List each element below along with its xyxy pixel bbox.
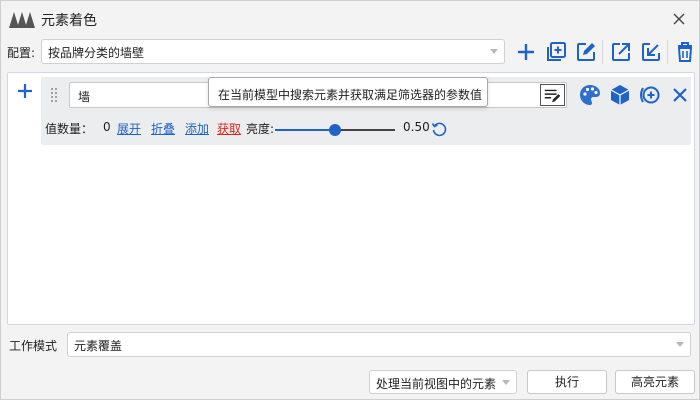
- brightness-label: 亮度:: [246, 122, 275, 136]
- brightness-slider-thumb[interactable]: [329, 124, 341, 136]
- work-mode-label: 工作模式: [9, 339, 58, 353]
- chevron-down-icon: [490, 49, 498, 54]
- add-rule-icon[interactable]: [16, 82, 34, 100]
- title-bar: 元素着色: [1, 1, 700, 37]
- close-icon[interactable]: [668, 83, 692, 107]
- drag-handle-icon[interactable]: [50, 87, 58, 103]
- add-box-icon[interactable]: [544, 40, 568, 64]
- brightness-slider[interactable]: [275, 124, 395, 136]
- fetch-tooltip: 在当前模型中搜索元素并获取满足筛选器的参数值: [208, 77, 488, 107]
- reset-icon[interactable]: [431, 121, 447, 137]
- rule-filter-value: 墙: [78, 90, 91, 104]
- brightness-slider-fill: [275, 129, 335, 131]
- config-select-value: 按品牌分类的墙壁: [48, 46, 145, 60]
- rules-panel: 墙 值数量： 0 展开 折叠 添加 获取 亮度: 0.50: [7, 72, 695, 325]
- trash-icon[interactable]: [673, 40, 697, 64]
- config-label: 配置:: [7, 46, 36, 60]
- scope-select[interactable]: 处理当前视图中的元素: [369, 370, 517, 394]
- add-value-link[interactable]: 添加: [185, 120, 209, 137]
- edit-icon[interactable]: [574, 40, 598, 64]
- app-window: 元素着色 配置: 按品牌分类的墙壁 墙 值数量： 0 展开 折叠 添加 获取 亮…: [0, 0, 700, 400]
- value-count: 0: [103, 120, 111, 134]
- collapse-link[interactable]: 折叠: [151, 120, 175, 137]
- cube-icon[interactable]: [608, 83, 632, 107]
- plus-icon[interactable]: [514, 40, 538, 64]
- app-logo-icon: [9, 12, 35, 28]
- brightness-value: 0.50: [403, 120, 430, 134]
- window-title: 元素着色: [41, 13, 97, 29]
- chevron-down-icon: [676, 342, 684, 347]
- value-count-label: 值数量：: [45, 122, 94, 136]
- toolbar-divider: [602, 40, 603, 64]
- chevron-down-icon: [502, 380, 510, 385]
- execute-button[interactable]: 执行: [527, 370, 607, 394]
- close-icon[interactable]: [669, 9, 689, 29]
- filter-edit-icon[interactable]: [540, 84, 565, 106]
- work-mode-value: 元素覆盖: [74, 339, 123, 353]
- import-icon[interactable]: [639, 40, 663, 64]
- scope-value: 处理当前视图中的元素: [376, 377, 497, 391]
- work-mode-select[interactable]: 元素覆盖: [67, 332, 691, 357]
- export-icon[interactable]: [609, 40, 633, 64]
- expand-link[interactable]: 展开: [117, 120, 141, 137]
- add-circle-icon[interactable]: [638, 83, 662, 107]
- config-select[interactable]: 按品牌分类的墙壁: [41, 39, 505, 64]
- toolbar-divider: [667, 40, 668, 64]
- fetch-link[interactable]: 获取: [217, 120, 241, 137]
- highlight-button[interactable]: 高亮元素: [615, 370, 695, 394]
- palette-icon[interactable]: [578, 83, 602, 107]
